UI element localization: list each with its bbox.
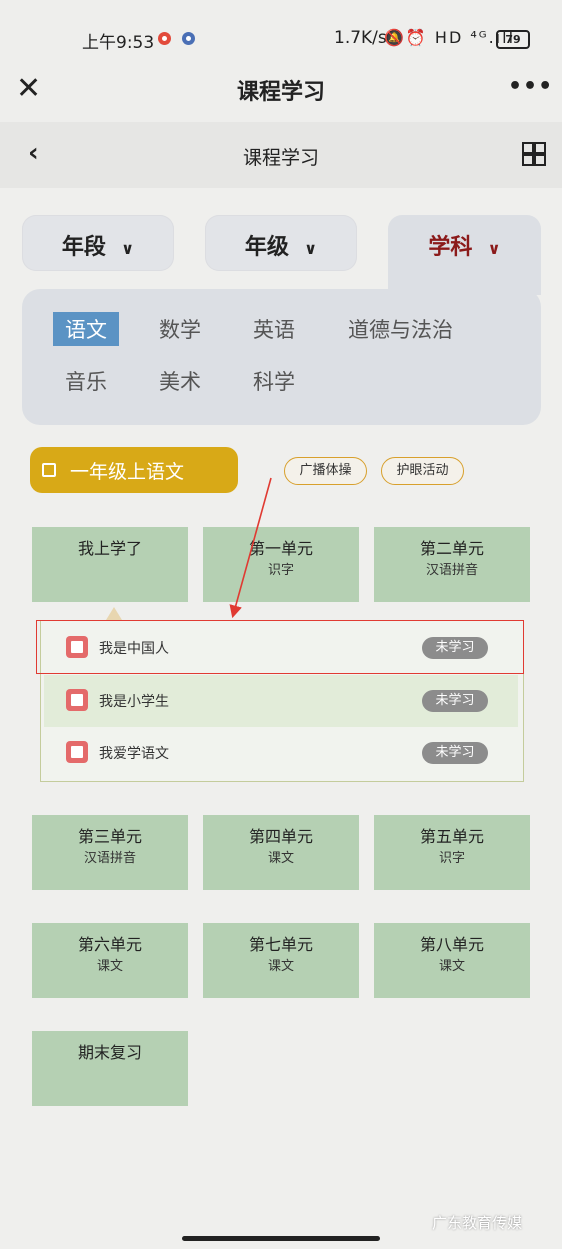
unit-card[interactable]: 期末复习 bbox=[32, 1031, 188, 1106]
unit-subtitle: 课文 bbox=[96, 959, 123, 974]
unit-subtitle: 课文 bbox=[438, 959, 465, 974]
unit-card[interactable]: 第五单元 识字 bbox=[374, 815, 530, 890]
unit-card[interactable]: 第八单元 课文 bbox=[374, 923, 530, 998]
unit-subtitle: 课文 bbox=[267, 959, 294, 974]
unit-card[interactable]: 第六单元 课文 bbox=[32, 923, 188, 998]
unit-title: 第三单元 bbox=[77, 827, 142, 846]
unit-title: 第六单元 bbox=[77, 935, 142, 954]
unit-subtitle: 识字 bbox=[438, 851, 465, 866]
unit-subtitle: 汉语拼音 bbox=[83, 851, 136, 866]
unit-card[interactable]: 第三单元 汉语拼音 bbox=[32, 815, 188, 890]
unit-title: 第四单元 bbox=[248, 827, 313, 846]
unit-title: 期末复习 bbox=[77, 1043, 142, 1062]
watermark: 广东教育传媒 bbox=[432, 1214, 523, 1232]
unit-title: 第五单元 bbox=[419, 827, 484, 846]
home-indicator[interactable] bbox=[182, 1236, 380, 1241]
unit-title: 第八单元 bbox=[419, 935, 484, 954]
unit-card[interactable]: 第七单元 课文 bbox=[203, 923, 359, 998]
unit-card[interactable]: 第四单元 课文 bbox=[203, 815, 359, 890]
unit-title: 第七单元 bbox=[248, 935, 313, 954]
unit-subtitle: 课文 bbox=[267, 851, 294, 866]
